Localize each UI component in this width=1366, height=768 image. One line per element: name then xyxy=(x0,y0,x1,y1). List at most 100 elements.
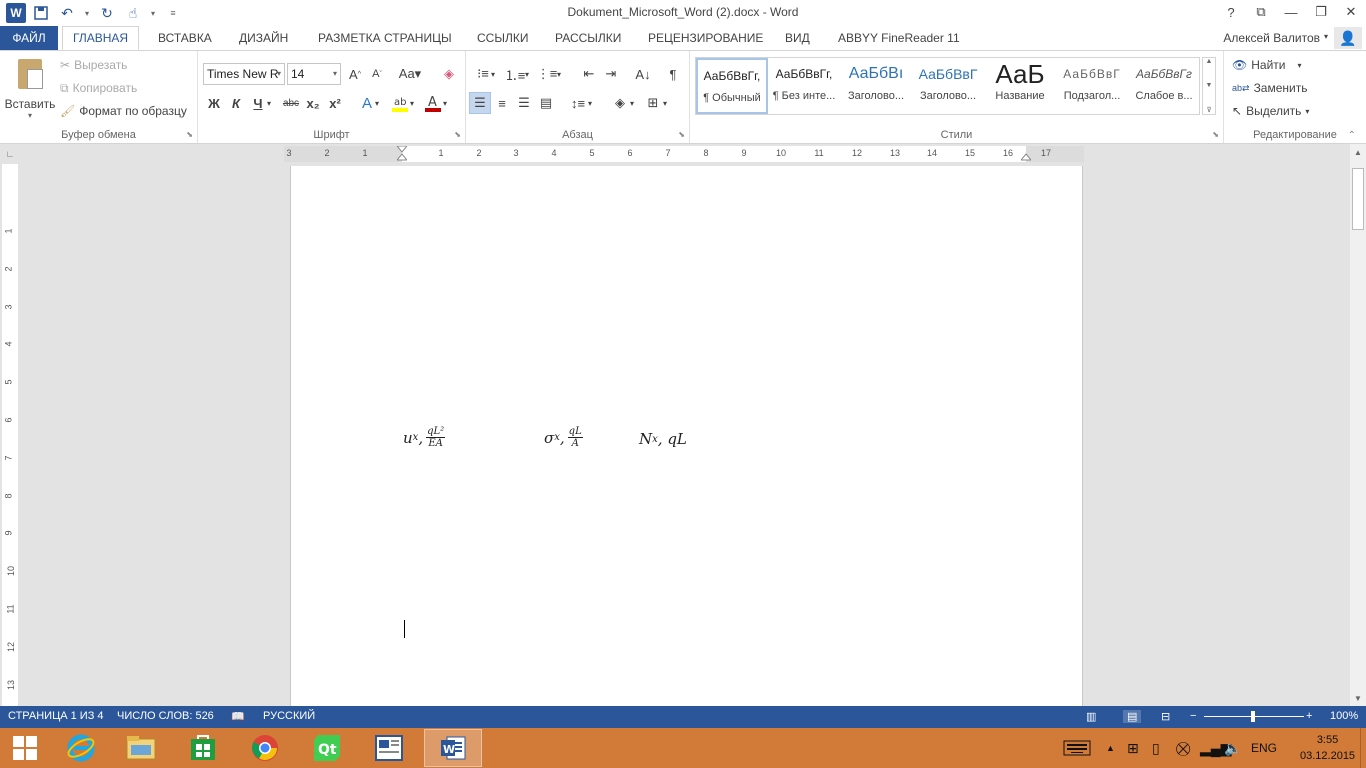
chrome-icon[interactable] xyxy=(236,729,294,767)
select-button[interactable]: ↖ Выделить ▾ xyxy=(1232,100,1309,122)
action-center-icon[interactable]: ⊞ xyxy=(1127,728,1139,768)
tab-references[interactable]: ССЫЛКИ xyxy=(477,26,528,50)
show-hidden-icons-icon[interactable]: ▲ xyxy=(1106,728,1115,768)
close-button[interactable]: ✕ xyxy=(1336,0,1366,24)
superscript-button[interactable]: x² xyxy=(324,92,346,114)
subscript-button[interactable]: x₂ xyxy=(302,92,324,114)
format-painter-button[interactable]: 🖌 Формат по образцу xyxy=(60,100,187,122)
clock[interactable]: 3:55 03.12.2015 xyxy=(1300,728,1355,768)
style-subtitle[interactable]: АаБбВвГ Подзагол... xyxy=(1056,58,1128,114)
paste-button[interactable]: Вставить ▾ xyxy=(4,57,56,121)
vertical-ruler[interactable]: 1 2 3 4 5 6 7 8 9 10 11 12 13 xyxy=(2,164,18,706)
zoom-out-icon[interactable]: − xyxy=(1190,710,1196,722)
keyboard-icon[interactable] xyxy=(1063,728,1091,768)
borders-dropdown-icon[interactable]: ▾ xyxy=(660,92,670,114)
document-viewer-icon[interactable] xyxy=(360,729,418,767)
document-page[interactable]: ux, qL² EA σx, qL A Nx, qL xyxy=(290,166,1083,706)
sort-icon[interactable]: A↓ xyxy=(632,63,654,85)
tab-file[interactable]: ФАЙЛ xyxy=(0,26,58,50)
copy-button[interactable]: ⧉ Копировать xyxy=(60,77,137,99)
style-no-spacing[interactable]: АаБбВвГг, ¶ Без инте... xyxy=(768,58,840,114)
tab-review[interactable]: РЕЦЕНЗИРОВАНИЕ xyxy=(648,26,763,50)
increase-indent-icon[interactable]: ⇥ xyxy=(600,63,622,85)
decrease-indent-icon[interactable]: ⇤ xyxy=(578,63,600,85)
restore-button[interactable]: ❐ xyxy=(1306,0,1336,24)
tab-abbyy[interactable]: ABBYY FineReader 11 xyxy=(838,26,960,50)
help-button[interactable]: ? xyxy=(1216,0,1246,24)
shrink-font-button[interactable]: Aˇ xyxy=(366,63,388,85)
font-name-combo[interactable]: Times New R ▾ xyxy=(203,63,285,85)
tab-home[interactable]: ГЛАВНАЯ xyxy=(62,26,140,50)
qt-creator-icon[interactable]: Qt xyxy=(298,729,356,767)
more-styles-icon[interactable]: ⊽ xyxy=(1206,106,1211,114)
read-mode-icon[interactable]: ▥ xyxy=(1086,710,1096,723)
collapse-ribbon-icon[interactable]: ⌃ xyxy=(1348,130,1356,141)
font-color-dropdown-icon[interactable]: ▾ xyxy=(440,92,450,114)
tab-view[interactable]: ВИД xyxy=(785,26,810,50)
font-size-combo[interactable]: 14 ▾ xyxy=(287,63,341,85)
tab-insert[interactable]: ВСТАВКА xyxy=(158,26,212,50)
internet-explorer-icon[interactable] xyxy=(52,729,110,767)
equation-nx[interactable]: Nx, qL xyxy=(639,430,687,448)
vertical-scrollbar[interactable]: ▲ ▼ xyxy=(1350,144,1366,706)
horizontal-ruler[interactable]: 3 2 1 1 2 3 4 5 6 7 8 9 10 11 12 13 14 15 16 17 xyxy=(284,146,1084,162)
tab-selector[interactable]: ∟ xyxy=(4,148,16,160)
zoom-slider-thumb[interactable] xyxy=(1251,711,1255,722)
style-normal[interactable]: АаБбВвГг, ¶ Обычный xyxy=(696,58,768,114)
bold-button[interactable]: Ж xyxy=(203,92,225,114)
style-subtle-emphasis[interactable]: АаБбВвГг Слабое в... xyxy=(1128,58,1200,114)
clear-formatting-icon[interactable]: ◈ xyxy=(438,63,460,85)
align-center-icon[interactable]: ≡ xyxy=(491,92,513,114)
cut-button[interactable]: ✂ Вырезать xyxy=(60,54,127,76)
ribbon-display-options-button[interactable]: ⧉ xyxy=(1246,0,1276,24)
scroll-up-icon[interactable]: ▲ xyxy=(1352,146,1364,158)
highlight-dropdown-icon[interactable]: ▾ xyxy=(407,92,417,114)
styles-gallery-scroll[interactable]: ▲ ▼ ⊽ xyxy=(1202,57,1216,115)
language-indicator[interactable]: РУССКИЙ xyxy=(263,710,315,722)
indent-marker-icon[interactable] xyxy=(397,146,407,166)
zoom-in-icon[interactable]: + xyxy=(1306,710,1312,722)
tab-design[interactable]: ДИЗАЙН xyxy=(239,26,288,50)
find-button[interactable]: 👁 Найти ▾ xyxy=(1232,54,1302,76)
change-case-button[interactable]: Aa▾ xyxy=(396,63,424,85)
file-explorer-icon[interactable] xyxy=(112,729,170,767)
tab-mailings[interactable]: РАССЫЛКИ xyxy=(555,26,621,50)
right-indent-marker-icon[interactable] xyxy=(1021,152,1031,162)
show-desktop-button[interactable] xyxy=(1360,728,1366,768)
grow-font-button[interactable]: A ^ xyxy=(344,63,366,85)
text-effects-dropdown-icon[interactable]: ▾ xyxy=(372,92,382,114)
align-left-icon[interactable]: ☰ xyxy=(469,92,491,114)
align-right-icon[interactable]: ☰ xyxy=(513,92,535,114)
font-launcher-icon[interactable]: ⬊ xyxy=(454,130,461,139)
volume-icon[interactable]: 🔈 xyxy=(1224,728,1241,768)
zoom-level[interactable]: 100% xyxy=(1330,710,1358,722)
style-heading-1[interactable]: АаБбВı Заголово... xyxy=(840,58,912,114)
style-heading-2[interactable]: АаБбВвГ Заголово... xyxy=(912,58,984,114)
equation-ux[interactable]: ux, qL² EA xyxy=(403,426,446,449)
underline-dropdown-icon[interactable]: ▾ xyxy=(264,92,274,114)
proofing-icon[interactable]: 📖 xyxy=(231,710,245,723)
user-name[interactable]: Алексей Валитов xyxy=(1223,31,1320,45)
phone-icon[interactable]: ▯ xyxy=(1152,728,1160,768)
shading-dropdown-icon[interactable]: ▾ xyxy=(627,92,637,114)
numbering-dropdown-icon[interactable]: ▾ xyxy=(522,63,532,85)
line-spacing-dropdown-icon[interactable]: ▾ xyxy=(585,92,595,114)
chevron-up-icon[interactable]: ▲ xyxy=(1206,58,1213,65)
scroll-down-icon[interactable]: ▼ xyxy=(1352,692,1364,704)
tab-page-layout[interactable]: РАЗМЕТКА СТРАНИЦЫ xyxy=(318,26,452,50)
network-off-icon[interactable]: ⛒ xyxy=(1176,728,1190,768)
avatar[interactable]: 👤 xyxy=(1334,27,1362,49)
equation-sigma[interactable]: σx, qL A xyxy=(544,426,583,449)
input-language[interactable]: ENG xyxy=(1251,728,1277,768)
paragraph-launcher-icon[interactable]: ⬊ xyxy=(678,130,685,139)
italic-button[interactable]: К xyxy=(225,92,247,114)
show-marks-icon[interactable]: ¶ xyxy=(662,63,684,85)
user-dropdown-icon[interactable]: ▾ xyxy=(1324,32,1328,41)
word-count[interactable]: ЧИСЛО СЛОВ: 526 xyxy=(117,710,214,722)
chevron-down-icon[interactable]: ▼ xyxy=(1206,82,1213,89)
strikethrough-button[interactable]: abc xyxy=(280,92,302,114)
web-layout-icon[interactable]: ⊟ xyxy=(1161,710,1170,723)
style-title[interactable]: АаБ Название xyxy=(984,58,1056,114)
bullets-dropdown-icon[interactable]: ▾ xyxy=(488,63,498,85)
multilevel-dropdown-icon[interactable]: ▾ xyxy=(554,63,564,85)
